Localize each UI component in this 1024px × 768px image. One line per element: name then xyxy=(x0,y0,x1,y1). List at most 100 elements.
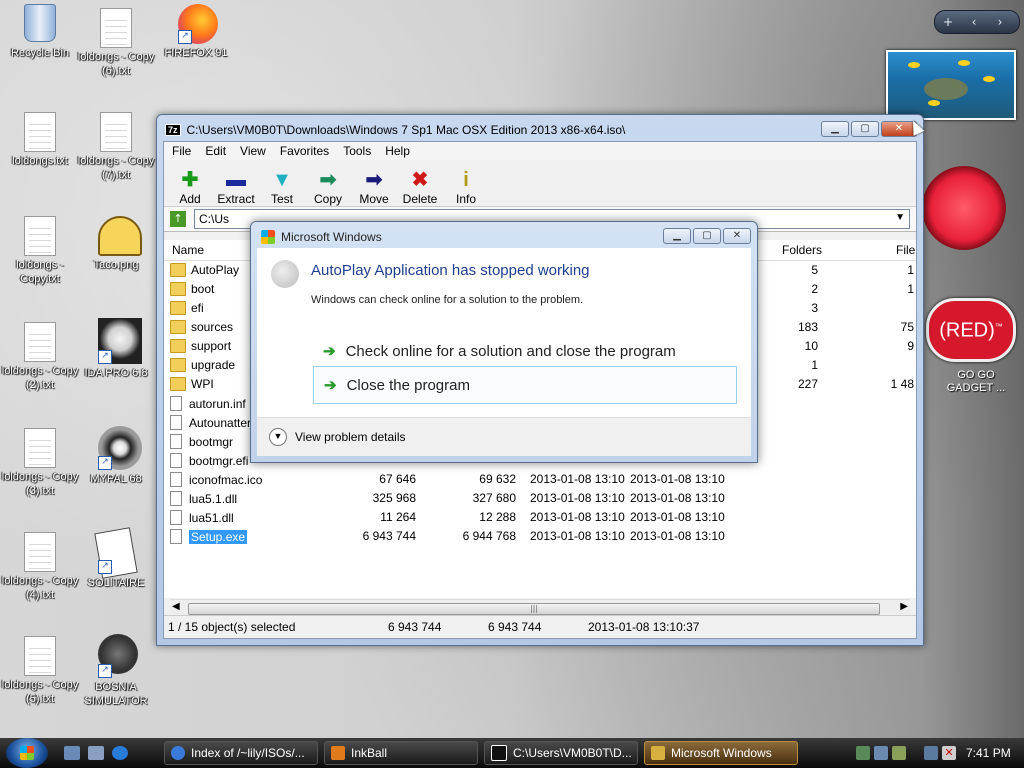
toolbar: ✚ Add ▬ Extract ▼ Test ➡ Copy ➡ Move ✖ D… xyxy=(164,160,916,207)
dialog-maximize-button[interactable]: ▢ xyxy=(693,228,721,244)
row-name: support xyxy=(191,339,232,353)
volume-muted-icon[interactable]: ✕ xyxy=(942,746,956,760)
up-folder-icon[interactable]: ↑ xyxy=(170,211,186,227)
window-controls: ▁ ▢ ✕ xyxy=(821,121,917,137)
info-button[interactable]: i Info xyxy=(448,168,484,206)
delete-button[interactable]: ✖ Delete xyxy=(402,168,438,206)
add-gadget-button[interactable]: + xyxy=(935,15,961,29)
menu-tools[interactable]: Tools xyxy=(343,144,371,158)
desktop-icon-loldongs-copy-3[interactable]: loldongs - Copy (3).txt xyxy=(0,428,80,498)
menu-edit[interactable]: Edit xyxy=(205,144,226,158)
status-packed-size: 6 943 744 xyxy=(488,620,542,634)
row-folders: 3 xyxy=(811,301,818,315)
desktop-icon-label: loldongs.txt xyxy=(12,155,68,167)
menu-help[interactable]: Help xyxy=(385,144,410,158)
desktop-icon-bosnia-simulator[interactable]: ↗ BOSNIA SIMULATOR xyxy=(76,634,156,708)
row-files: 9 xyxy=(907,339,914,353)
menu-view[interactable]: View xyxy=(240,144,266,158)
red-gadget-text: (RED) xyxy=(939,319,995,342)
row-files: 1 48 xyxy=(890,377,914,391)
column-header-name[interactable]: Name xyxy=(172,243,204,257)
taskbar-button-inkball[interactable]: InkBall xyxy=(324,741,478,765)
tray-icon-3[interactable] xyxy=(892,746,906,760)
scroll-thumb[interactable]: ||| xyxy=(188,603,880,615)
maximize-button[interactable]: ▢ xyxy=(851,121,879,137)
fish-shape xyxy=(983,76,995,82)
row-files: 1 xyxy=(907,282,914,296)
tray-icon-2[interactable] xyxy=(874,746,888,760)
switch-windows-icon[interactable] xyxy=(88,746,104,760)
desktop-icon-recycle-bin[interactable]: Recycle Bin xyxy=(0,4,80,60)
dialog-body: AutoPlay Application has stopped working… xyxy=(257,248,751,456)
check-online-option[interactable]: ➔ Check online for a solution and close … xyxy=(313,332,737,370)
desktop-icon-firefox[interactable]: ↗ FIREFOX 91 xyxy=(156,4,236,60)
row-folders: 5 xyxy=(811,263,818,277)
menu-file[interactable]: File xyxy=(172,144,191,158)
taskbar-button-microsoft-windows[interactable]: Microsoft Windows xyxy=(644,741,798,765)
dialog-close-button[interactable]: ✕ xyxy=(723,228,751,244)
taskbar-button-browser[interactable]: Index of /~lily/ISOs/... xyxy=(164,741,318,765)
tray-icon-1[interactable] xyxy=(856,746,870,760)
clock-gadget[interactable] xyxy=(920,150,1020,280)
internet-explorer-icon[interactable] xyxy=(112,746,128,760)
table-row[interactable]: iconofmac.ico 67 646 69 632 2013-01-08 13:1… xyxy=(164,470,916,489)
slideshow-gadget[interactable] xyxy=(886,50,1016,120)
desktop-icon-loldongs-copy-5[interactable]: loldongs - Copy (5).txt xyxy=(0,636,80,706)
windows-logo-icon xyxy=(261,230,275,244)
network-icon[interactable] xyxy=(924,746,938,760)
table-row[interactable]: Setup.exe 6 943 744 6 944 768 2013-01-08 13… xyxy=(164,527,916,546)
shortcut-arrow-icon: ↗ xyxy=(98,560,112,574)
column-header-folders[interactable]: Folders xyxy=(782,243,822,257)
clock[interactable]: 7:41 PM xyxy=(966,746,1011,760)
error-report-icon xyxy=(651,746,665,760)
scroll-right-icon[interactable]: ▶ xyxy=(900,601,908,612)
menu-favorites[interactable]: Favorites xyxy=(280,144,329,158)
minimize-button[interactable]: ▁ xyxy=(821,121,849,137)
desktop-icon-loldongs-copy-6[interactable]: loldongs - Copy (6).txt xyxy=(76,8,156,78)
taskbar: Index of /~lily/ISOs/... InkBall C:\User… xyxy=(0,738,1024,768)
file-icon xyxy=(170,453,182,468)
desktop-icon-taco[interactable]: Taco.png xyxy=(76,216,156,272)
desktop-icon-loldongs[interactable]: loldongs.txt xyxy=(0,112,80,168)
view-problem-details-link[interactable]: View problem details xyxy=(295,430,406,444)
red-gadget-label: GO GO GADGET ... xyxy=(946,369,1006,394)
chevron-down-icon[interactable]: ▼ xyxy=(895,212,905,223)
chevron-down-icon[interactable]: ▼ xyxy=(269,428,287,446)
desktop-icon-loldongs-copy[interactable]: loldongs - Copy.txt xyxy=(0,216,80,286)
previous-gadget-page-button[interactable]: ‹ xyxy=(961,15,987,29)
row-name: upgrade xyxy=(191,358,236,372)
column-header-files[interactable]: File xyxy=(896,243,915,257)
folder-icon xyxy=(170,301,186,315)
desktop-icon-solitaire[interactable]: ↗ SOLITAIRE xyxy=(76,527,156,590)
browser-icon xyxy=(171,746,185,760)
desktop-icon-loldongs-copy-4[interactable]: loldongs - Copy (4).txt xyxy=(0,532,80,602)
desktop-icon-loldongs-copy-2[interactable]: loldongs - Copy (2).txt xyxy=(0,322,80,392)
close-program-option[interactable]: ➔ Close the program xyxy=(313,366,737,404)
text-file-icon xyxy=(24,636,56,676)
dialog-minimize-button[interactable]: ▁ xyxy=(663,228,691,244)
taskbar-button-7zip[interactable]: C:\Users\VM0B0T\D... xyxy=(484,741,638,765)
table-row[interactable]: lua5.1.dll 325 968 327 680 2013-01-08 13:10… xyxy=(164,489,916,508)
desktop-icon-ida-pro[interactable]: ↗ IDA PRO 6.8 xyxy=(76,318,156,380)
next-gadget-page-button[interactable]: › xyxy=(987,15,1013,29)
scroll-left-icon[interactable]: ◀ xyxy=(172,601,180,612)
row-name-cell: Autounatter xyxy=(170,415,251,430)
desktop-icon-mypal[interactable]: ↗ MYPAL 68 xyxy=(76,426,156,486)
row-modified: 2013-01-08 13:10 xyxy=(530,510,625,524)
green-arrow-icon: ➔ xyxy=(323,343,336,360)
info-button-label: Info xyxy=(455,192,476,206)
extract-button[interactable]: ▬ Extract xyxy=(217,168,254,206)
test-button[interactable]: ▼ Test xyxy=(264,168,300,206)
show-desktop-icon[interactable] xyxy=(64,746,80,760)
move-button[interactable]: ➡ Move xyxy=(356,168,392,206)
copy-button[interactable]: ➡ Copy xyxy=(310,168,346,206)
start-button[interactable] xyxy=(6,738,48,768)
add-button[interactable]: ✚ Add xyxy=(172,168,208,206)
horizontal-scrollbar[interactable]: ◀ ||| ▶ xyxy=(170,599,910,616)
row-name-cell: boot xyxy=(170,282,214,296)
table-row[interactable]: lua51.dll 11 264 12 288 2013-01-08 13:10 201… xyxy=(164,508,916,527)
desktop-icon-loldongs-copy-7[interactable]: loldongs - Copy (7).txt xyxy=(76,112,156,182)
error-dialog[interactable]: Microsoft Windows ▁ ▢ ✕ AutoPlay Applica… xyxy=(250,221,758,463)
taco-image-icon xyxy=(98,216,142,256)
red-gadget[interactable]: (RED)™ xyxy=(926,298,1016,362)
